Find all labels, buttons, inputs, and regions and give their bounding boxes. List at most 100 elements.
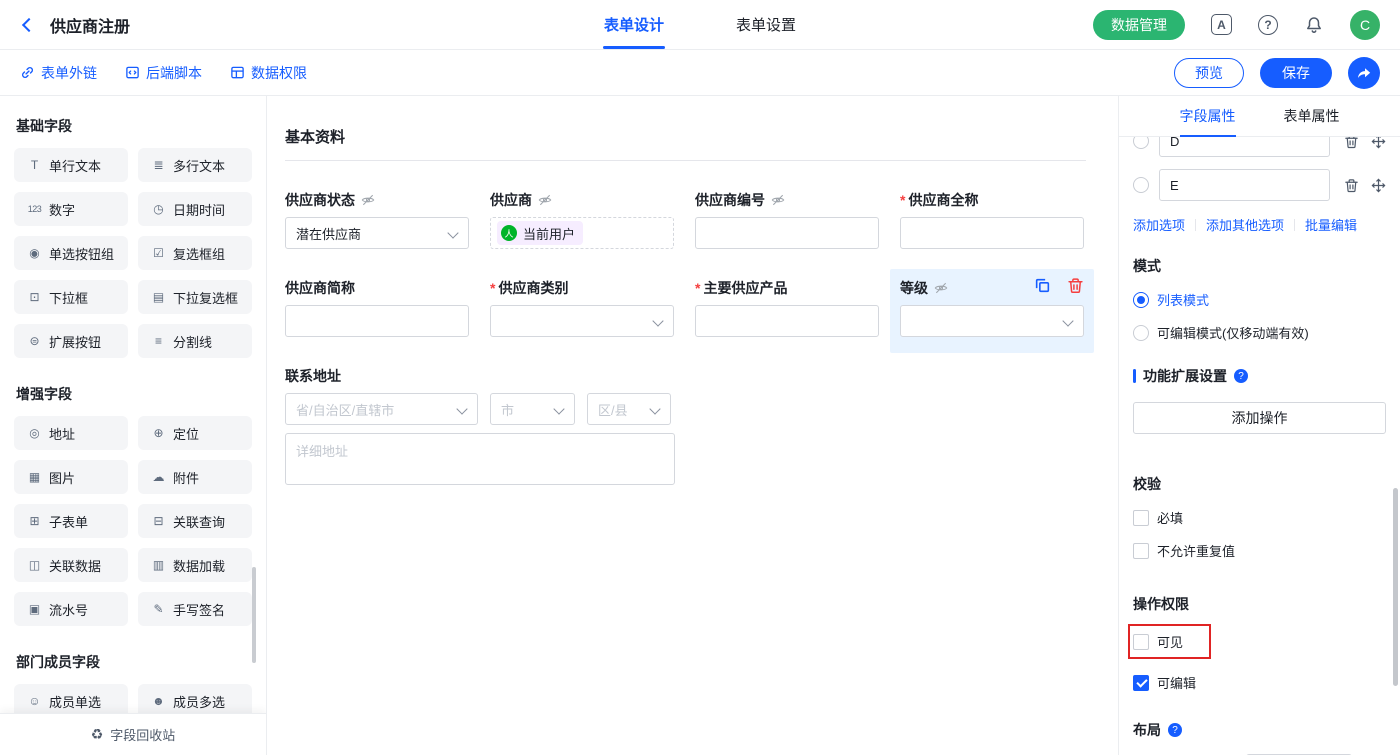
district-select[interactable]: 区/县 — [587, 393, 671, 425]
add-option-link[interactable]: 添加选项 — [1133, 215, 1185, 234]
field-type-attachment[interactable]: ☁附件 — [138, 460, 252, 494]
drag-option-handle[interactable] — [1371, 178, 1386, 193]
delete-field-button[interactable] — [1067, 277, 1084, 294]
supplier-full-name-input[interactable] — [900, 217, 1084, 249]
field-type-number[interactable]: 123数字 — [14, 192, 128, 226]
field-supplier-short-name[interactable]: 供应商简称 — [285, 281, 469, 337]
no-duplicate-label: 不允许重复值 — [1157, 541, 1235, 560]
preview-button[interactable]: 预览 — [1174, 58, 1244, 88]
sidebar-scrollbar[interactable] — [252, 567, 256, 663]
supplier-member-picker[interactable]: 人 当前用户 — [490, 217, 674, 249]
copy-field-button[interactable] — [1034, 277, 1051, 294]
field-supplier-full-name[interactable]: *供应商全称 — [900, 193, 1084, 249]
link-divider — [1195, 219, 1196, 231]
supplier-status-select[interactable]: 潜在供应商 — [285, 217, 469, 249]
field-type-radio-group[interactable]: ◉单选按钮组 — [14, 236, 128, 270]
recycle-bin-label: 字段回收站 — [110, 725, 175, 744]
external-link-button[interactable]: 表单外链 — [20, 63, 97, 83]
main-products-input[interactable] — [695, 305, 879, 337]
editable-checkbox[interactable] — [1133, 675, 1149, 691]
list-mode-radio[interactable] — [1133, 292, 1149, 308]
share-button[interactable] — [1348, 57, 1380, 89]
field-type-single-line-text[interactable]: T单行文本 — [14, 148, 128, 182]
option-value-input[interactable]: E — [1159, 169, 1330, 201]
field-grade-selected[interactable]: 等级 — [900, 281, 1084, 337]
field-supplier[interactable]: 供应商 人 当前用户 — [490, 193, 674, 249]
grade-select[interactable] — [900, 305, 1084, 337]
tab-form-design[interactable]: 表单设计 — [604, 0, 664, 49]
field-type-serial-number[interactable]: ▣流水号 — [14, 592, 128, 626]
link-divider — [1294, 219, 1295, 231]
field-type-linked-query[interactable]: ⊟关联查询 — [138, 504, 252, 538]
field-type-signature[interactable]: ✎手写签名 — [138, 592, 252, 626]
field-type-extend-button[interactable]: ⊜扩展按钮 — [14, 324, 128, 358]
supplier-category-select[interactable] — [490, 305, 674, 337]
field-supplier-category[interactable]: *供应商类别 — [490, 281, 674, 337]
supplier-no-input[interactable] — [695, 217, 879, 249]
option-value-input[interactable]: D — [1159, 137, 1330, 157]
option-radio[interactable] — [1133, 137, 1149, 149]
tab-form-properties[interactable]: 表单属性 — [1284, 96, 1340, 136]
designer-toolbar: 表单外链 后端脚本 数据权限 预览 保存 — [0, 50, 1400, 96]
data-manage-button[interactable]: 数据管理 — [1093, 10, 1185, 40]
current-user-tag[interactable]: 人 当前用户 — [497, 221, 583, 245]
field-supplier-status[interactable]: 供应商状态 潜在供应商 — [285, 193, 469, 249]
delete-option-button[interactable] — [1344, 137, 1359, 149]
address-detail-textarea[interactable]: 详细地址 — [285, 433, 675, 485]
add-action-button[interactable]: 添加操作 — [1133, 402, 1386, 434]
province-select[interactable]: 省/自治区/直辖市 — [285, 393, 478, 425]
backend-script-button[interactable]: 后端脚本 — [125, 63, 202, 83]
drag-option-handle[interactable] — [1371, 137, 1386, 149]
no-duplicate-checkbox[interactable] — [1133, 543, 1149, 559]
field-type-multi-line-text[interactable]: ≣多行文本 — [138, 148, 252, 182]
field-type-select[interactable]: ⊡下拉框 — [14, 280, 128, 314]
editable-check-row[interactable]: 可编辑 — [1133, 673, 1386, 692]
notification-bell-icon[interactable] — [1304, 15, 1324, 35]
field-type-address[interactable]: ◎地址 — [14, 416, 128, 450]
field-type-data-load[interactable]: ▥数据加载 — [138, 548, 252, 582]
window-scrollbar[interactable] — [1393, 488, 1398, 686]
field-type-label: 流水号 — [49, 600, 88, 619]
field-contact-address[interactable]: 联系地址 省/自治区/直辖市 市 区/县 详细地址 — [285, 369, 1086, 485]
field-type-divider[interactable]: ≡分割线 — [138, 324, 252, 358]
field-type-multi-select[interactable]: ▤下拉复选框 — [138, 280, 252, 314]
batch-edit-link[interactable]: 批量编辑 — [1305, 215, 1357, 234]
edit-mode-radio[interactable] — [1133, 325, 1149, 341]
help-icon[interactable]: ? — [1258, 15, 1278, 35]
city-select[interactable]: 市 — [490, 393, 575, 425]
field-type-label: 关联查询 — [173, 512, 225, 531]
extension-help-icon[interactable]: ? — [1234, 369, 1248, 383]
required-checkbox[interactable] — [1133, 510, 1149, 526]
field-type-label: 分割线 — [173, 332, 212, 351]
translate-icon[interactable]: A — [1211, 14, 1232, 35]
list-mode-option[interactable]: 列表模式 — [1133, 290, 1386, 309]
save-button[interactable]: 保存 — [1260, 58, 1332, 88]
required-check-row[interactable]: 必填 — [1133, 508, 1386, 527]
field-type-checkbox-group[interactable]: ☑复选框组 — [138, 236, 252, 270]
delete-option-button[interactable] — [1344, 178, 1359, 193]
address-detail-placeholder: 详细地址 — [296, 444, 348, 459]
tab-form-settings[interactable]: 表单设置 — [736, 0, 796, 49]
field-supplier-no[interactable]: 供应商编号 — [695, 193, 879, 249]
no-duplicate-check-row[interactable]: 不允许重复值 — [1133, 541, 1386, 560]
field-main-products[interactable]: *主要供应产品 — [695, 281, 879, 337]
field-type-image[interactable]: ▦图片 — [14, 460, 128, 494]
back-button[interactable] — [20, 16, 38, 34]
field-type-linked-data[interactable]: ◫关联数据 — [14, 548, 128, 582]
edit-mode-option[interactable]: 可编辑模式(仅移动端有效) — [1133, 323, 1386, 342]
add-other-option-link[interactable]: 添加其他选项 — [1206, 215, 1284, 234]
field-type-datetime[interactable]: ◷日期时间 — [138, 192, 252, 226]
option-row: E — [1133, 169, 1386, 201]
field-type-location[interactable]: ⊕定位 — [138, 416, 252, 450]
field-type-subform[interactable]: ⊞子表单 — [14, 504, 128, 538]
visible-checkbox[interactable] — [1133, 634, 1149, 650]
tab-field-properties[interactable]: 字段属性 — [1180, 96, 1236, 136]
supplier-short-name-input[interactable] — [285, 305, 469, 337]
field-label: 供应商类别 — [498, 281, 568, 295]
user-avatar[interactable]: C — [1350, 10, 1380, 40]
option-radio[interactable] — [1133, 177, 1149, 193]
field-label: 供应商全称 — [908, 193, 978, 207]
data-permission-button[interactable]: 数据权限 — [230, 63, 307, 83]
layout-help-icon[interactable]: ? — [1168, 723, 1182, 737]
field-recycle-bin[interactable]: ♻ 字段回收站 — [0, 713, 266, 755]
